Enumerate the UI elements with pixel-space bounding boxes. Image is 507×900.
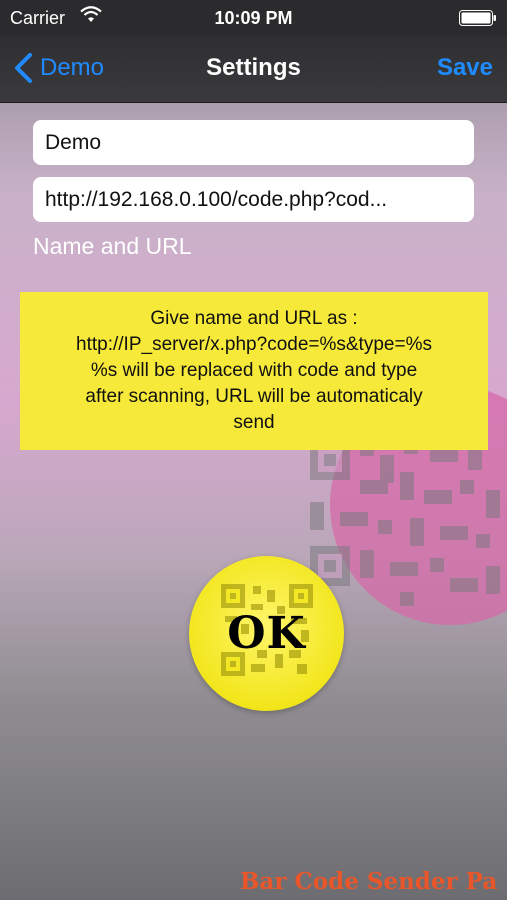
section-label: Name and URL: [33, 233, 192, 259]
info-line: Give name and URL as :: [150, 308, 358, 329]
info-line: send: [233, 412, 275, 433]
clock: 10:09 PM: [214, 8, 293, 28]
info-box: Give name and URL as : http://IP_server/…: [20, 292, 488, 450]
save-button[interactable]: Save: [437, 54, 493, 82]
url-input[interactable]: http://192.168.0.100/code.php?cod...: [33, 177, 474, 222]
name-input-value: Demo: [45, 130, 102, 154]
url-input-value: http://192.168.0.100/code.php?cod...: [45, 187, 388, 211]
navigation-bar: Demo Settings Save: [0, 36, 507, 103]
page-title: Settings: [206, 54, 301, 81]
info-line: after scanning, URL will be automaticaly: [85, 386, 423, 407]
info-line: http://IP_server/x.php?code=%s&type=%s: [76, 334, 432, 355]
brand-text: Bar Code Sender Pa: [240, 868, 498, 895]
ok-button-label: OK: [227, 608, 306, 659]
battery-icon: [459, 10, 496, 26]
ok-button[interactable]: OK: [189, 556, 344, 711]
name-input[interactable]: Demo: [33, 120, 474, 165]
status-bar: Carrier 10:09 PM: [0, 0, 507, 36]
info-line: %s will be replaced with code and type: [90, 360, 418, 381]
